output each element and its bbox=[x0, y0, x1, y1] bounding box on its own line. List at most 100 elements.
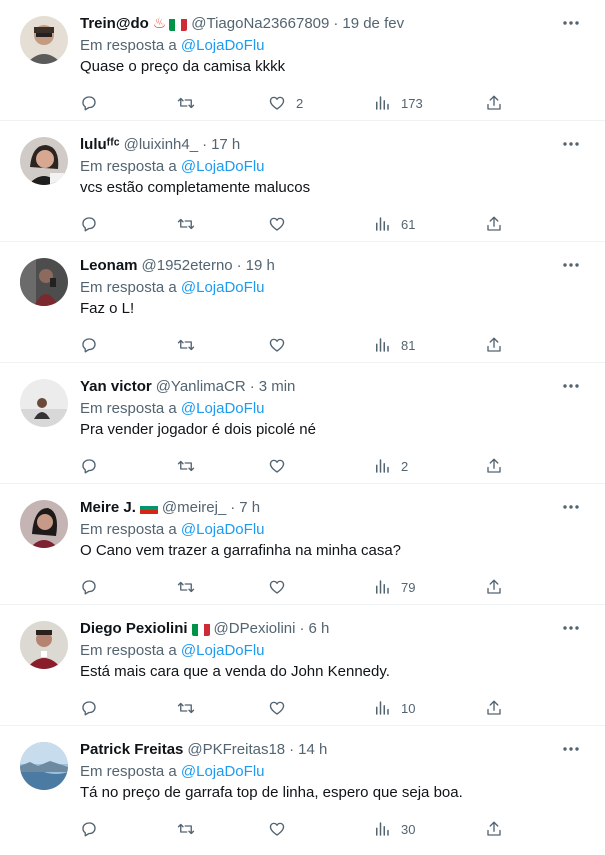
view-count: 81 bbox=[401, 337, 416, 353]
more-icon[interactable] bbox=[559, 137, 583, 151]
reply-button[interactable] bbox=[80, 698, 98, 718]
timestamp[interactable]: 17 h bbox=[211, 135, 240, 155]
user-handle[interactable]: @meirej_ bbox=[162, 498, 226, 518]
tweet[interactable]: Diego Pexiolini @DPexiolini · 6 h Em res… bbox=[0, 605, 605, 726]
display-name[interactable]: Patrick Freitas bbox=[80, 740, 183, 760]
timestamp[interactable]: 19 h bbox=[246, 256, 275, 276]
avatar[interactable] bbox=[20, 379, 68, 427]
mention-link[interactable]: @LojaDoFlu bbox=[181, 158, 265, 175]
retweet-button[interactable] bbox=[177, 214, 195, 234]
like-button[interactable] bbox=[268, 819, 296, 839]
mention-link[interactable]: @LojaDoFlu bbox=[181, 763, 265, 780]
reply-button[interactable] bbox=[80, 456, 98, 476]
timestamp[interactable]: 19 de fev bbox=[342, 14, 404, 34]
timestamp[interactable]: 6 h bbox=[308, 619, 329, 639]
tweet[interactable]: Trein@do ♨ @TiagoNa23667809 · 19 de fev … bbox=[0, 0, 605, 121]
share-icon bbox=[487, 95, 501, 110]
more-icon[interactable] bbox=[559, 379, 583, 393]
reply-button[interactable] bbox=[80, 93, 98, 113]
user-handle[interactable]: @TiagoNa23667809 bbox=[191, 14, 329, 34]
display-name[interactable]: Leonam bbox=[80, 256, 138, 276]
like-button[interactable] bbox=[268, 456, 296, 476]
display-name[interactable]: luluᶠᶠᶜ bbox=[80, 135, 120, 155]
avatar[interactable] bbox=[20, 16, 68, 64]
display-name[interactable]: Yan victor bbox=[80, 377, 152, 397]
user-handle[interactable]: @YanlimaCR bbox=[156, 377, 246, 397]
heart-icon bbox=[269, 822, 285, 836]
view-count: 61 bbox=[401, 216, 416, 232]
views-button[interactable]: 61 bbox=[373, 214, 415, 234]
heart-icon bbox=[269, 580, 285, 594]
views-button[interactable]: 10 bbox=[373, 698, 415, 718]
user-handle[interactable]: @luixinh4_ bbox=[124, 135, 198, 155]
mention-link[interactable]: @LojaDoFlu bbox=[181, 279, 265, 296]
share-button[interactable] bbox=[485, 456, 503, 476]
retweet-icon bbox=[177, 218, 195, 230]
retweet-button[interactable] bbox=[177, 698, 195, 718]
reply-button[interactable] bbox=[80, 577, 98, 597]
retweet-button[interactable] bbox=[177, 93, 195, 113]
retweet-button[interactable] bbox=[177, 335, 195, 355]
like-button[interactable]: 2 bbox=[268, 93, 303, 113]
timestamp[interactable]: 7 h bbox=[239, 498, 260, 518]
tweet[interactable]: luluᶠᶠᶜ @luixinh4_ · 17 h Em resposta a … bbox=[0, 121, 605, 242]
reply-button[interactable] bbox=[80, 214, 98, 234]
mention-link[interactable]: @LojaDoFlu bbox=[181, 642, 265, 659]
like-count: 2 bbox=[296, 95, 304, 111]
like-button[interactable] bbox=[268, 335, 296, 355]
mention-link[interactable]: @LojaDoFlu bbox=[181, 400, 265, 417]
views-button[interactable]: 2 bbox=[373, 456, 408, 476]
like-button[interactable] bbox=[268, 698, 296, 718]
share-icon bbox=[487, 579, 501, 594]
avatar[interactable] bbox=[20, 258, 68, 306]
more-icon[interactable] bbox=[559, 16, 583, 30]
timestamp[interactable]: 3 min bbox=[259, 377, 296, 397]
views-button[interactable]: 81 bbox=[373, 335, 415, 355]
tweet[interactable]: Meire J. @meirej_ · 7 h Em resposta a @L… bbox=[0, 484, 605, 605]
like-button[interactable] bbox=[268, 577, 296, 597]
tweet[interactable]: Yan victor @YanlimaCR · 3 min Em respost… bbox=[0, 363, 605, 484]
avatar[interactable] bbox=[20, 621, 68, 669]
share-button[interactable] bbox=[485, 577, 503, 597]
views-icon bbox=[376, 338, 389, 352]
views-button[interactable]: 30 bbox=[373, 819, 415, 839]
display-name[interactable]: Meire J. bbox=[80, 498, 136, 518]
views-icon bbox=[376, 701, 389, 715]
retweet-button[interactable] bbox=[177, 577, 195, 597]
tweet[interactable]: Patrick Freitas @PKFreitas18 · 14 h Em r… bbox=[0, 726, 605, 851]
mention-link[interactable]: @LojaDoFlu bbox=[181, 37, 265, 54]
views-icon bbox=[376, 96, 389, 110]
tweet[interactable]: Leonam @1952eterno · 19 h Em resposta a … bbox=[0, 242, 605, 363]
display-name[interactable]: Diego Pexiolini bbox=[80, 619, 188, 639]
reply-context: Em resposta a @LojaDoFlu bbox=[80, 157, 565, 177]
views-button[interactable]: 79 bbox=[373, 577, 415, 597]
views-icon bbox=[376, 580, 389, 594]
tweet-text: Pra vender jogador é dois picolé né bbox=[80, 421, 316, 438]
reply-button[interactable] bbox=[80, 819, 98, 839]
share-button[interactable] bbox=[485, 698, 503, 718]
display-name[interactable]: Trein@do bbox=[80, 14, 149, 34]
reply-button[interactable] bbox=[80, 335, 98, 355]
like-button[interactable] bbox=[268, 214, 296, 234]
more-icon[interactable] bbox=[559, 500, 583, 514]
user-handle[interactable]: @PKFreitas18 bbox=[187, 740, 285, 760]
share-button[interactable] bbox=[485, 335, 503, 355]
share-button[interactable] bbox=[485, 819, 503, 839]
more-icon[interactable] bbox=[559, 742, 583, 756]
retweet-button[interactable] bbox=[177, 819, 195, 839]
user-handle[interactable]: @1952eterno bbox=[142, 256, 233, 276]
avatar[interactable] bbox=[20, 742, 68, 790]
share-button[interactable] bbox=[485, 93, 503, 113]
view-count: 173 bbox=[401, 95, 423, 111]
more-icon[interactable] bbox=[559, 258, 583, 272]
share-button[interactable] bbox=[485, 214, 503, 234]
timestamp[interactable]: 14 h bbox=[298, 740, 327, 760]
views-button[interactable]: 173 bbox=[373, 93, 423, 113]
more-icon[interactable] bbox=[559, 621, 583, 635]
retweet-button[interactable] bbox=[177, 456, 195, 476]
mention-link[interactable]: @LojaDoFlu bbox=[181, 521, 265, 538]
action-bar: 30 bbox=[80, 819, 510, 839]
avatar[interactable] bbox=[20, 137, 68, 185]
user-handle[interactable]: @DPexiolini bbox=[214, 619, 296, 639]
avatar[interactable] bbox=[20, 500, 68, 548]
